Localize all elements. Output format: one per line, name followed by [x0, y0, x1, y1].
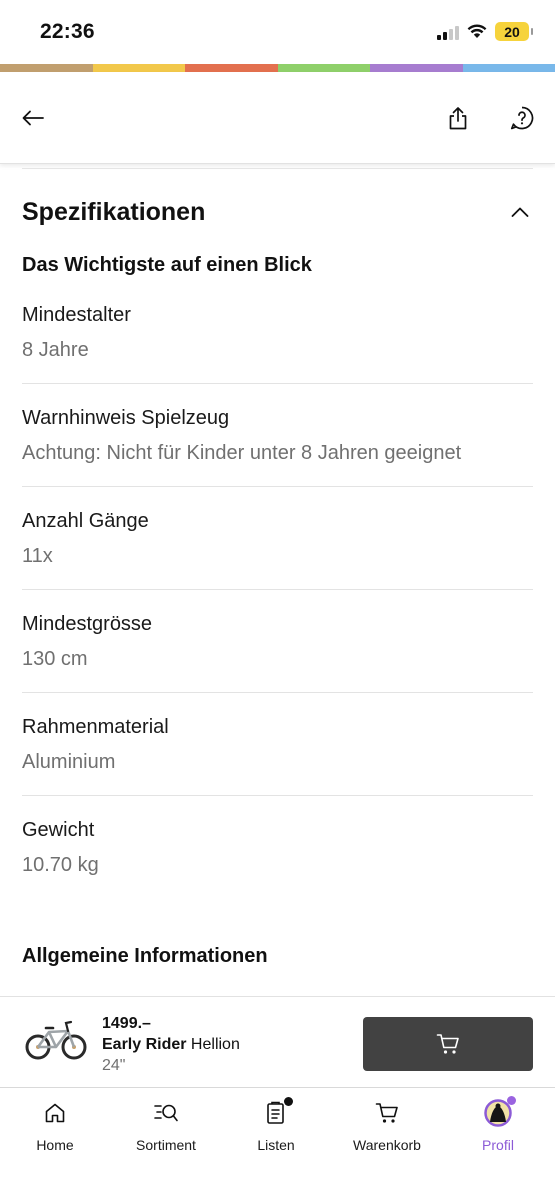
strip-segment	[277, 64, 370, 72]
spec-value: 8 Jahre	[22, 339, 89, 361]
spec-label: Mindestgrösse	[22, 613, 153, 635]
strip-segment	[0, 64, 93, 72]
divider	[22, 795, 533, 796]
divider	[22, 692, 533, 693]
general-info-title: Allgemeine Informationen	[22, 945, 268, 967]
cart-icon	[373, 1099, 401, 1127]
product-info[interactable]: 1499.– Early Rider Hellion 24"	[102, 1013, 240, 1076]
strip-segment	[462, 64, 555, 72]
profile-badge-dot	[507, 1096, 516, 1105]
spec-label: Mindestalter	[22, 304, 131, 326]
product-thumbnail	[25, 1020, 87, 1060]
strip-segment	[370, 64, 463, 72]
strip-segment	[185, 64, 278, 72]
spec-item: Anzahl Gänge 11x	[22, 510, 533, 568]
tab-label: Home	[36, 1137, 74, 1153]
divider	[22, 168, 533, 169]
divider	[22, 383, 533, 384]
spec-value: 10.70 kg	[22, 854, 99, 876]
tab-label: Profil	[482, 1137, 514, 1153]
tab-warenkorb[interactable]: Warenkorb	[337, 1099, 437, 1159]
spec-label: Gewicht	[22, 819, 95, 841]
spec-value: 130 cm	[22, 648, 88, 670]
spec-value: Aluminium	[22, 751, 116, 773]
product-title: Early Rider Hellion	[102, 1034, 240, 1055]
spec-label: Anzahl Gänge	[22, 510, 149, 532]
arrow-left-icon	[22, 110, 44, 126]
list-badge-dot	[284, 1097, 293, 1106]
spec-item: Rahmenmaterial Aluminium	[22, 716, 533, 774]
search-list-icon	[152, 1099, 180, 1127]
divider	[22, 486, 533, 487]
tab-label: Listen	[257, 1137, 295, 1153]
strip-segment	[92, 64, 185, 72]
battery-icon: 20	[495, 22, 533, 41]
product-bar: 1499.– Early Rider Hellion 24"	[0, 996, 555, 1088]
share-icon	[449, 107, 467, 130]
signal-icon	[437, 24, 459, 40]
product-name: Hellion	[186, 1036, 240, 1053]
status-time: 22:36	[40, 20, 95, 43]
specifications-section: Spezifikationen Das Wichtigste auf einen…	[0, 166, 555, 996]
brand-color-strip	[0, 64, 555, 72]
list-icon	[262, 1097, 293, 1127]
status-bar: 22:36 20	[0, 0, 555, 64]
add-to-cart-button[interactable]	[363, 1017, 533, 1071]
spec-label: Rahmenmaterial	[22, 716, 169, 738]
section-title: Spezifikationen	[22, 197, 206, 226]
status-icons: 20	[437, 22, 533, 41]
help-button[interactable]	[506, 102, 538, 134]
divider	[22, 589, 533, 590]
tab-home[interactable]: Home	[5, 1099, 105, 1159]
tab-sortiment[interactable]: Sortiment	[116, 1099, 216, 1159]
share-button[interactable]	[442, 102, 474, 134]
spec-item: Mindestalter 8 Jahre	[22, 304, 533, 362]
help-circle-icon	[510, 106, 534, 130]
chevron-up-icon	[511, 207, 529, 217]
tab-profil[interactable]: Profil	[448, 1096, 548, 1159]
back-button[interactable]	[17, 102, 49, 134]
spec-item: Gewicht 10.70 kg	[22, 819, 533, 877]
tab-label: Sortiment	[136, 1137, 196, 1153]
specifications-header[interactable]: Spezifikationen	[22, 192, 533, 232]
home-icon	[41, 1099, 69, 1127]
tab-label: Warenkorb	[353, 1137, 421, 1153]
spec-item: Mindestgrösse 130 cm	[22, 613, 533, 671]
product-brand: Early Rider	[102, 1036, 187, 1053]
avatar-icon	[484, 1096, 516, 1127]
spec-item: Warnhinweis Spielzeug Achtung: Nicht für…	[22, 407, 533, 465]
spec-label: Warnhinweis Spielzeug	[22, 407, 230, 429]
tab-listen[interactable]: Listen	[226, 1097, 326, 1159]
spec-value: 11x	[22, 545, 53, 567]
wifi-icon	[467, 24, 487, 38]
product-price: 1499.–	[102, 1015, 151, 1032]
cart-icon	[436, 1034, 459, 1054]
spec-value: Achtung: Nicht für Kinder unter 8 Jahren…	[22, 442, 462, 464]
bottom-tab-bar: Home Sortiment Listen Warenkorb Profil	[0, 1089, 555, 1200]
product-variant: 24"	[102, 1057, 126, 1074]
top-navigation	[0, 72, 555, 164]
subsection-title: Das Wichtigste auf einen Blick	[22, 254, 312, 276]
